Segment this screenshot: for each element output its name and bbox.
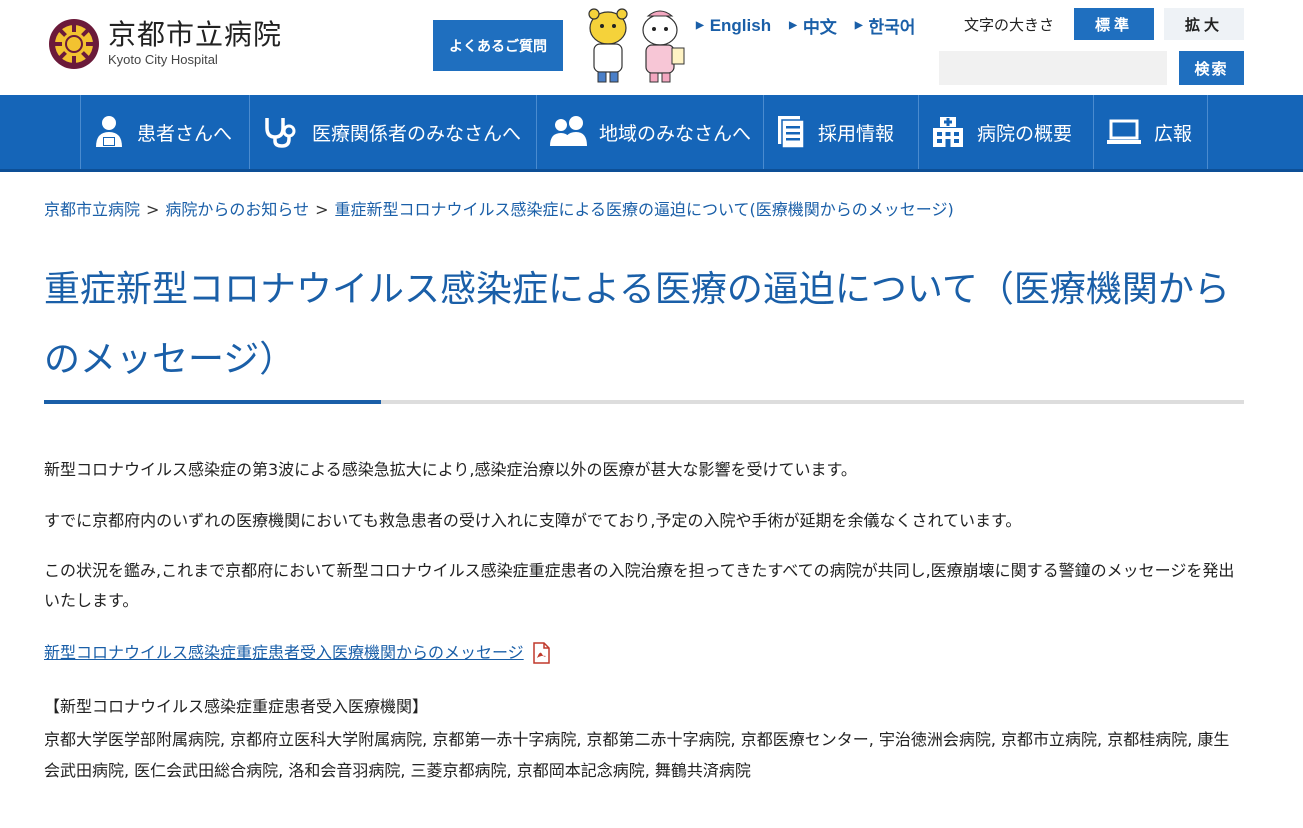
nav-label: 地域のみなさんへ xyxy=(599,122,752,145)
breadcrumb-current[interactable]: 重症新型コロナウイルス感染症による医療の逼迫について(医療機関からのメッセージ) xyxy=(335,200,954,219)
lang-korean-link[interactable]: ▶ 한국어 xyxy=(855,13,916,38)
lang-chinese-link[interactable]: ▶ 中文 xyxy=(789,13,837,38)
language-links: ▶ English ▶ 中文 ▶ 한국어 xyxy=(696,13,933,38)
lang-english-link[interactable]: ▶ English xyxy=(696,13,771,38)
body-paragraph: すでに京都府内のいずれの医療機関においても救急患者の受け入れに支障がでており,予… xyxy=(44,511,1022,530)
triangle-right-icon: ▶ xyxy=(696,20,704,31)
mascot-characters-image xyxy=(588,8,685,83)
font-size-label: 文字の大きさ xyxy=(964,16,1055,34)
nav-item-medical-professionals[interactable]: 医療関係者のみなさんへ xyxy=(250,95,537,169)
nav-item-about-hospital[interactable]: 病院の概要 xyxy=(919,95,1094,169)
body-paragraph: 新型コロナウイルス感染症の第3波による感染急拡大により,感染症治療以外の医療が甚… xyxy=(44,460,857,479)
breadcrumb: 京都市立病院 > 病院からのお知らせ > 重症新型コロナウイルス感染症による医療の逼迫に… xyxy=(44,196,954,220)
nav-item-recruitment[interactable]: 採用情報 xyxy=(764,95,919,169)
page-title: 重症新型コロナウイルス感染症による医療の逼迫について（医療機関からのメッセージ） xyxy=(44,269,1230,380)
lang-label: English xyxy=(709,15,772,35)
breadcrumb-separator: > xyxy=(146,200,160,219)
nav-item-patients[interactable]: 患者さんへ xyxy=(81,95,250,169)
nav-label: 患者さんへ xyxy=(137,122,233,145)
nav-item-public-relations[interactable]: 広報 xyxy=(1094,95,1208,169)
font-size-large-button[interactable]: 拡大 xyxy=(1164,8,1244,40)
nav-label: 医療関係者のみなさんへ xyxy=(312,122,522,145)
site-logo[interactable]: 京都市立病院 Kyoto City Hospital xyxy=(48,18,282,70)
site-header: 京都市立病院 Kyoto City Hospital よくあるご質問 ▶ Engl… xyxy=(0,0,1303,95)
logo-subtitle: Kyoto City Hospital xyxy=(108,52,218,67)
font-size-standard-button[interactable]: 標準 xyxy=(1074,8,1154,40)
global-nav: 患者さんへ 医療関係者のみなさんへ 地域のみなさんへ 採用情報 病院の概要 広報 xyxy=(0,95,1303,172)
message-pdf-link[interactable]: 新型コロナウイルス感染症重症患者受入医療機関からのメッセージ xyxy=(44,639,552,667)
breadcrumb-separator: > xyxy=(315,200,329,219)
patient-icon xyxy=(96,116,122,147)
nav-label: 採用情報 xyxy=(818,122,895,145)
breadcrumb-link-home[interactable]: 京都市立病院 xyxy=(44,200,140,219)
hospital-icon xyxy=(933,117,963,147)
pdf-icon xyxy=(532,642,550,664)
hospital-list: 京都大学医学部附属病院, 京都府立医科大学附属病院, 京都第一赤十字病院, 京都… xyxy=(44,730,1230,780)
body-paragraph: この状況を鑑み,これまで京都府において新型コロナウイルス感染症重症患者の入院治療… xyxy=(44,561,1235,610)
document-icon xyxy=(778,116,805,149)
faq-button[interactable]: よくあるご質問 xyxy=(433,20,563,71)
breadcrumb-link-news[interactable]: 病院からのお知らせ xyxy=(165,200,309,219)
laptop-icon xyxy=(1107,119,1141,144)
nav-label: 広報 xyxy=(1154,122,1193,145)
hospital-emblem-icon xyxy=(49,19,99,69)
community-icon xyxy=(550,116,587,146)
message-pdf-link-label: 新型コロナウイルス感染症重症患者受入医療機関からのメッセージ xyxy=(44,643,524,662)
lang-label: 中文 xyxy=(802,18,837,37)
triangle-right-icon: ▶ xyxy=(789,20,797,31)
logo-title: 京都市立病院 xyxy=(108,18,283,51)
triangle-right-icon: ▶ xyxy=(854,20,863,31)
hospital-list-heading: 【新型コロナウイルス感染症重症患者受入医療機関】 xyxy=(44,697,429,716)
search-button[interactable]: 検索 xyxy=(1179,51,1244,85)
search-input[interactable] xyxy=(939,51,1167,85)
title-divider xyxy=(44,400,1244,404)
lang-label: 한국어 xyxy=(868,18,916,37)
nav-item-community[interactable]: 地域のみなさんへ xyxy=(537,95,764,169)
stethoscope-icon xyxy=(265,118,296,148)
nav-label: 病院の概要 xyxy=(977,122,1073,145)
